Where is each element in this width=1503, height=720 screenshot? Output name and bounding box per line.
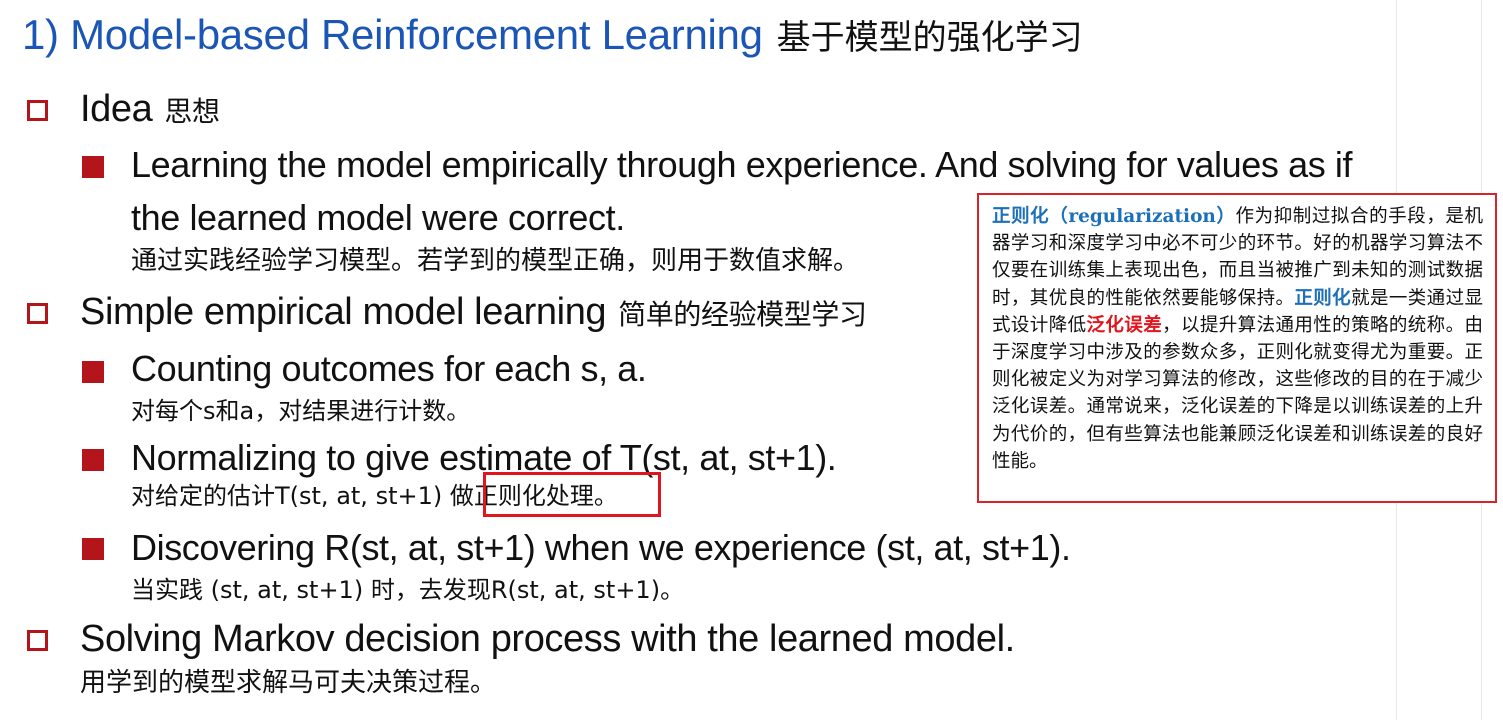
bullet-zh: 对每个s和a，对结果进行计数。 xyxy=(131,397,471,425)
section-heading-model-learning: Simple empirical model learning 简单的经验模型学习 xyxy=(80,293,867,331)
filled-square-bullet-icon xyxy=(82,538,104,560)
note-text: ，以提升算法通用性的策略的统称。由于深度学习中涉及的参数众多，正则化就变得尤为重… xyxy=(992,314,1483,472)
bullet-line: Normalizing to give estimate of T(st, at… xyxy=(131,437,837,478)
hollow-square-bullet-icon xyxy=(27,630,48,651)
section-heading-zh: 思想 xyxy=(164,95,220,128)
section-heading-idea: Idea 思想 xyxy=(80,90,220,128)
bullet-zh: 当实践 (st, at, st+1) 时，去发现R(st, at, st+1)。 xyxy=(131,576,685,604)
bullet-line: Learning the model empirically through e… xyxy=(131,144,1353,185)
slide-title-zh: 基于模型的强化学习 xyxy=(776,18,1083,58)
filled-square-bullet-icon xyxy=(82,156,104,178)
hollow-square-bullet-icon xyxy=(27,100,48,121)
slide-title-en: 1) Model-based Reinforcement Learning xyxy=(22,11,763,58)
highlight-box xyxy=(483,472,661,517)
bullet-line: Counting outcomes for each s, a. xyxy=(131,348,647,389)
section-heading-zh: 简单的经验模型学习 xyxy=(618,298,867,331)
slide-title: 1) Model-based Reinforcement Learning 基于模… xyxy=(22,14,1083,56)
bullet-line: the learned model were correct. xyxy=(131,197,625,238)
section-zh: 用学到的模型求解马可夫决策过程。 xyxy=(80,668,497,698)
note-term: 正则化（regularization） xyxy=(992,206,1236,227)
hollow-square-bullet-icon xyxy=(27,303,48,324)
annotation-note: 正则化（regularization）作为抑制过拟合的手段，是机器学习和深度学习… xyxy=(977,193,1497,503)
section-heading-text: Simple empirical model learning xyxy=(80,291,607,333)
note-term: 正则化 xyxy=(1294,287,1352,309)
note-emphasis: 泛化误差 xyxy=(1086,314,1163,336)
filled-square-bullet-icon xyxy=(82,449,104,471)
bullet-zh-text: 对给定的估计T(st, at, st+1) 做 xyxy=(131,482,474,510)
filled-square-bullet-icon xyxy=(82,361,104,383)
bullet-line: Discovering R(st, at, st+1) when we expe… xyxy=(131,527,1071,568)
section-heading-solving-mdp: Solving Markov decision process with the… xyxy=(80,618,1015,660)
bullet-zh: 通过实践经验学习模型。若学到的模型正确，则用于数值求解。 xyxy=(131,246,860,276)
section-heading-text: Idea xyxy=(80,88,153,130)
